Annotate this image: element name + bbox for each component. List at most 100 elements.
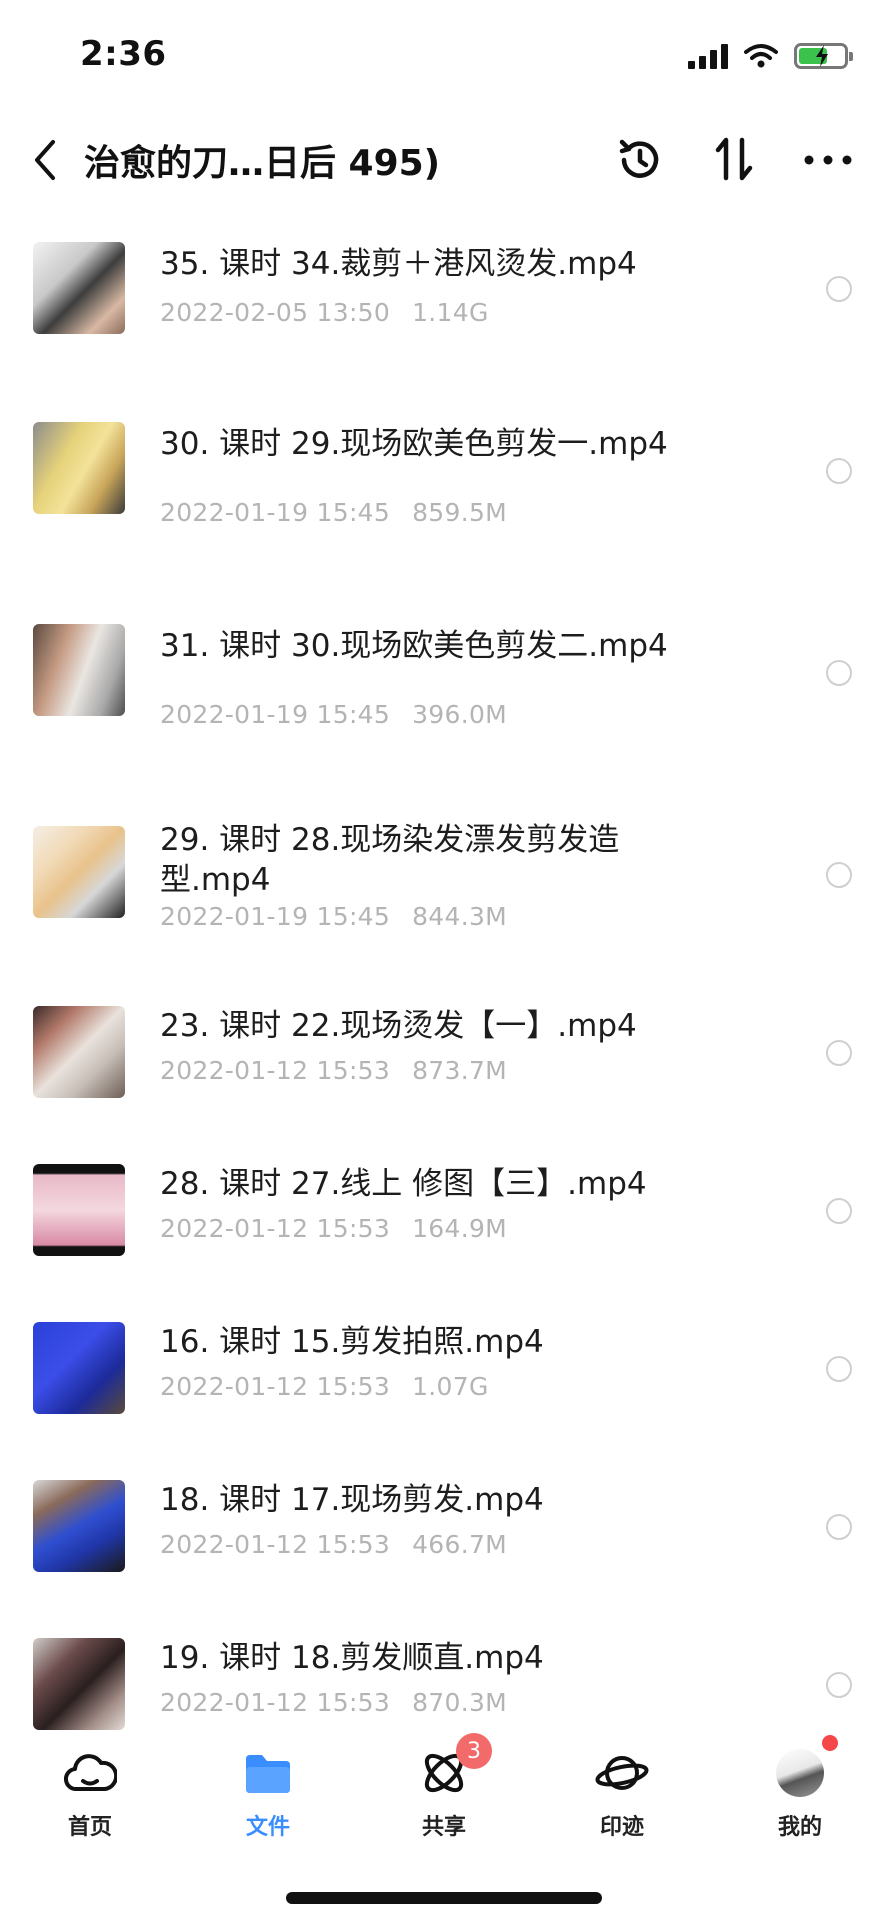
file-size: 1.14G — [412, 298, 489, 327]
video-thumbnail — [33, 242, 125, 334]
file-date: 2022-01-12 15:53 — [160, 1056, 391, 1085]
video-thumbnail — [33, 1322, 125, 1414]
file-name: 16. 课时 15.剪发拍照.mp4 — [160, 1324, 544, 1360]
back-button[interactable] — [20, 130, 70, 190]
file-meta: 2022-01-12 15:53 466.7M — [160, 1530, 507, 1559]
home-indicator[interactable] — [286, 1892, 602, 1904]
file-meta: 2022-01-19 15:45 859.5M — [160, 498, 507, 527]
status-time: 2:36 — [80, 34, 167, 74]
notification-badge: 3 — [456, 1733, 492, 1769]
signal-icon — [688, 43, 728, 69]
tab-profile[interactable]: 我的 — [740, 1735, 860, 1845]
select-checkbox[interactable] — [826, 1672, 852, 1698]
file-size: 844.3M — [412, 902, 508, 931]
select-checkbox[interactable] — [826, 276, 852, 302]
share-orbit-icon: 3 — [416, 1733, 492, 1801]
video-thumbnail — [33, 1480, 125, 1572]
tab-label: 首页 — [67, 1815, 112, 1840]
video-thumbnail — [33, 624, 125, 716]
tab-files[interactable]: 文件 — [208, 1745, 328, 1845]
select-checkbox[interactable] — [826, 1514, 852, 1540]
file-date: 2022-01-12 15:53 — [160, 1372, 391, 1401]
cloud-icon — [62, 1745, 118, 1801]
file-row[interactable]: 18. 课时 17.现场剪发.mp4 2022-01-12 15:53 466.7… — [0, 1480, 888, 1610]
video-thumbnail — [33, 826, 125, 918]
select-checkbox[interactable] — [826, 1040, 852, 1066]
file-size: 396.0M — [412, 700, 508, 729]
video-thumbnail — [33, 422, 125, 514]
more-icon — [804, 155, 852, 165]
status-bar: 2:36 — [0, 0, 888, 110]
file-row[interactable]: 35. 课时 34.裁剪＋港风烫发.mp4 2022-02-05 13:50 1.… — [0, 240, 888, 370]
file-size: 1.07G — [412, 1372, 489, 1401]
tab-home[interactable]: 首页 — [30, 1745, 150, 1845]
file-name: 19. 课时 18.剪发顺直.mp4 — [160, 1640, 544, 1676]
file-size: 466.7M — [412, 1530, 508, 1559]
wifi-icon — [744, 44, 778, 68]
tab-moments[interactable]: 印迹 — [562, 1745, 682, 1845]
file-meta: 2022-01-12 15:53 164.9M — [160, 1214, 507, 1243]
file-meta: 2022-01-19 15:45 396.0M — [160, 700, 507, 729]
file-meta: 2022-02-05 13:50 1.14G — [160, 298, 489, 327]
file-date: 2022-01-19 15:45 — [160, 902, 391, 931]
file-date: 2022-01-19 15:45 — [160, 700, 391, 729]
navigation-header: 治愈的刀…日后 495) — [0, 110, 888, 210]
avatar-icon — [772, 1735, 838, 1801]
unread-dot — [822, 1735, 838, 1751]
file-name: 23. 课时 22.现场烫发【一】.mp4 — [160, 1008, 637, 1044]
file-row[interactable]: 28. 课时 27.线上 修图【三】.mp4 2022-01-12 15:53 1… — [0, 1164, 888, 1294]
planet-icon — [594, 1745, 650, 1801]
battery-charging-icon — [794, 43, 853, 69]
file-row[interactable]: 19. 课时 18.剪发顺直.mp4 2022-01-12 15:53 870.3… — [0, 1638, 888, 1730]
file-row[interactable]: 16. 课时 15.剪发拍照.mp4 2022-01-12 15:53 1.07G — [0, 1322, 888, 1452]
select-checkbox[interactable] — [826, 862, 852, 888]
file-row[interactable]: 29. 课时 28.现场染发漂发剪发造型.mp4 2022-01-19 15:4… — [0, 822, 888, 954]
page-title: 治愈的刀…日后 495) — [84, 143, 441, 184]
file-size: 870.3M — [412, 1688, 508, 1717]
file-date: 2022-01-12 15:53 — [160, 1530, 391, 1559]
video-thumbnail — [33, 1164, 125, 1256]
chevron-left-icon — [35, 140, 55, 180]
file-list: 35. 课时 34.裁剪＋港风烫发.mp4 2022-02-05 13:50 1.… — [0, 210, 888, 1730]
avatar — [776, 1749, 824, 1797]
bottom-tab-bar: 首页 文件 3 共享 印迹 我的 — [0, 1733, 888, 1855]
select-checkbox[interactable] — [826, 1198, 852, 1224]
more-button[interactable] — [796, 128, 860, 192]
select-checkbox[interactable] — [826, 458, 852, 484]
file-name: 28. 课时 27.线上 修图【三】.mp4 — [160, 1166, 647, 1202]
history-icon — [619, 139, 659, 178]
file-name: 31. 课时 30.现场欧美色剪发二.mp4 — [160, 628, 668, 664]
file-name: 30. 课时 29.现场欧美色剪发一.mp4 — [160, 426, 668, 462]
tab-share[interactable]: 3 共享 — [384, 1733, 504, 1845]
file-name: 18. 课时 17.现场剪发.mp4 — [160, 1482, 544, 1518]
file-size: 873.7M — [412, 1056, 508, 1085]
header-actions — [608, 128, 860, 192]
video-thumbnail — [33, 1006, 125, 1098]
folder-icon — [240, 1745, 296, 1801]
file-row[interactable]: 31. 课时 30.现场欧美色剪发二.mp4 2022-01-19 15:45 3… — [0, 622, 888, 752]
status-icons — [688, 38, 853, 74]
file-meta: 2022-01-12 15:53 873.7M — [160, 1056, 507, 1085]
file-name: 29. 课时 28.现场染发漂发剪发造型.mp4 — [160, 822, 620, 898]
tab-label: 我的 — [777, 1815, 822, 1840]
file-meta: 2022-01-12 15:53 1.07G — [160, 1372, 489, 1401]
file-date: 2022-01-19 15:45 — [160, 498, 391, 527]
tab-label: 印迹 — [599, 1815, 644, 1840]
sort-button[interactable] — [702, 128, 766, 192]
file-row[interactable]: 30. 课时 29.现场欧美色剪发一.mp4 2022-01-19 15:45 8… — [0, 420, 888, 550]
file-date: 2022-01-12 15:53 — [160, 1214, 391, 1243]
select-checkbox[interactable] — [826, 1356, 852, 1382]
tab-label: 共享 — [421, 1815, 466, 1840]
file-size: 859.5M — [412, 498, 508, 527]
select-checkbox[interactable] — [826, 660, 852, 686]
screen: 2:36 治愈的刀…日后 495) 35. 课时 34.裁剪＋港风烫发.mp4 … — [0, 0, 888, 1922]
tab-label: 文件 — [245, 1815, 290, 1840]
file-meta: 2022-01-19 15:45 844.3M — [160, 902, 507, 931]
file-date: 2022-01-12 15:53 — [160, 1688, 391, 1717]
file-meta: 2022-01-12 15:53 870.3M — [160, 1688, 507, 1717]
file-name: 35. 课时 34.裁剪＋港风烫发.mp4 — [160, 246, 637, 282]
history-button[interactable] — [608, 128, 672, 192]
video-thumbnail — [33, 1638, 125, 1730]
sort-icon — [715, 137, 753, 181]
file-row[interactable]: 23. 课时 22.现场烫发【一】.mp4 2022-01-12 15:53 87… — [0, 1006, 888, 1136]
